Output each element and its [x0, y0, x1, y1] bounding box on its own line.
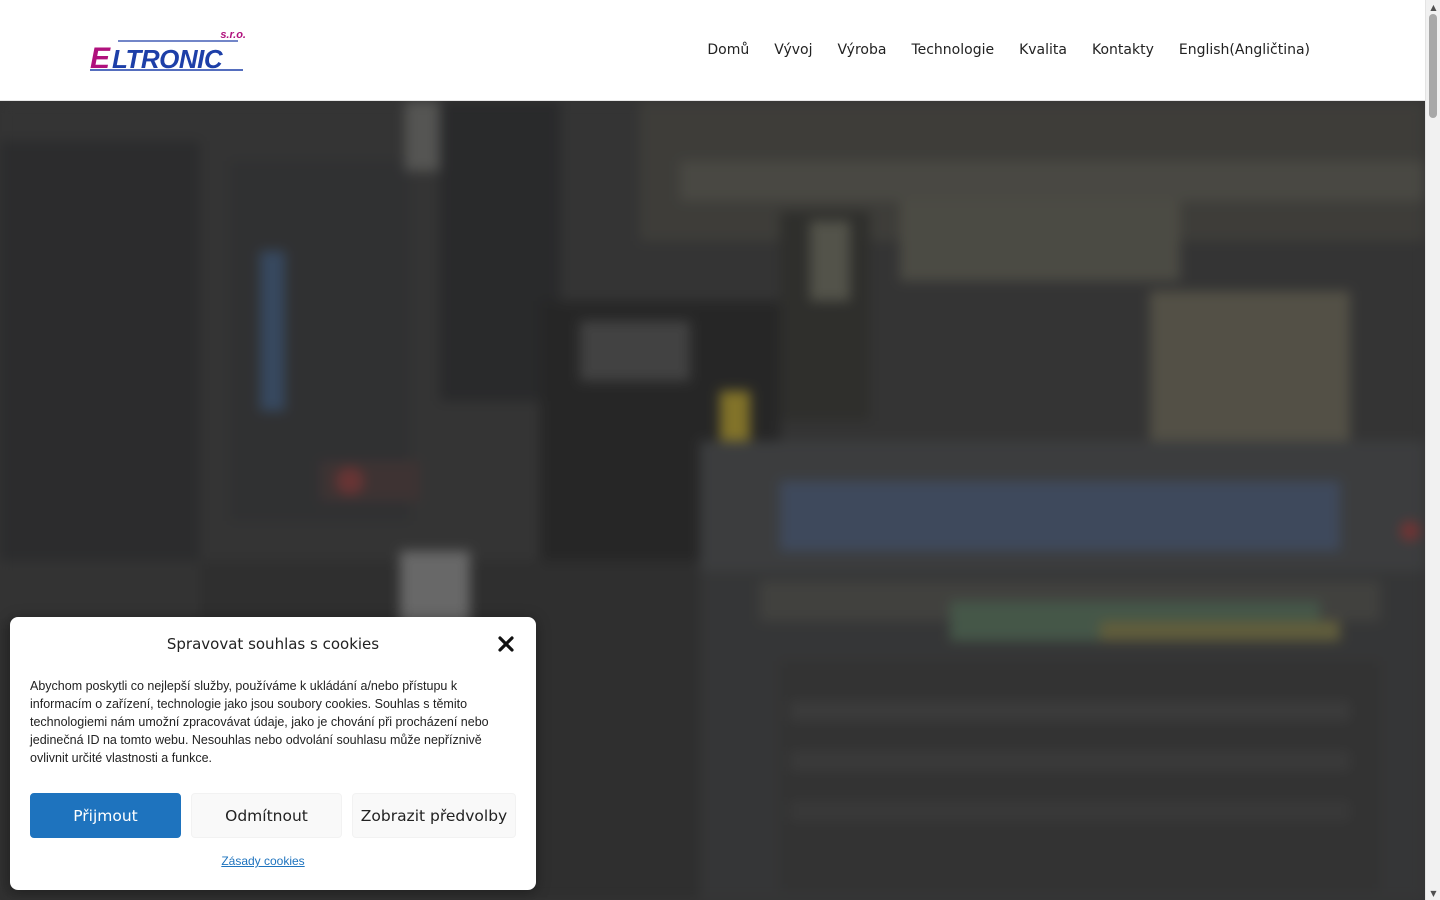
cookie-policy-link[interactable]: Zásady cookies: [10, 854, 516, 868]
site-header: s.r.o. E LTRONIC Domů Vývoj Výroba Techn…: [0, 0, 1425, 101]
cookie-consent-dialog: Spravovat souhlas s cookies Abychom posk…: [10, 617, 536, 890]
deny-cookies-button[interactable]: Odmítnout: [191, 793, 342, 838]
vertical-scrollbar[interactable]: ▲ ▼: [1425, 0, 1440, 900]
page: s.r.o. E LTRONIC Domů Vývoj Výroba Techn…: [0, 0, 1425, 900]
view-preferences-button[interactable]: Zobrazit předvolby: [352, 793, 516, 838]
main-navigation: Domů Vývoj Výroba Technologie Kvalita Ko…: [707, 40, 1310, 60]
scroll-up-arrow-icon[interactable]: ▲: [1426, 0, 1440, 14]
accept-cookies-button[interactable]: Přijmout: [30, 793, 181, 838]
logo-suffix: s.r.o.: [220, 29, 246, 41]
cookie-dialog-body: Abychom poskytli co nejlepší služby, pou…: [30, 679, 489, 765]
nav-item-domu[interactable]: Domů: [707, 40, 749, 60]
nav-item-vyroba[interactable]: Výroba: [837, 40, 886, 60]
cookie-dialog-title: Spravovat souhlas s cookies: [166, 635, 380, 653]
company-logo[interactable]: s.r.o. E LTRONIC: [88, 26, 248, 74]
scroll-down-arrow-icon[interactable]: ▼: [1426, 886, 1440, 900]
nav-item-kvalita[interactable]: Kvalita: [1019, 40, 1067, 60]
nav-item-technologie[interactable]: Technologie: [911, 40, 994, 60]
logo-wordmark: E: [90, 42, 111, 74]
scrollbar-thumb[interactable]: [1429, 14, 1437, 118]
nav-item-kontakty[interactable]: Kontakty: [1092, 40, 1154, 60]
nav-item-english[interactable]: English(Angličtina): [1179, 40, 1310, 60]
nav-item-vyvoj[interactable]: Vývoj: [774, 40, 812, 60]
close-icon[interactable]: [495, 633, 517, 655]
